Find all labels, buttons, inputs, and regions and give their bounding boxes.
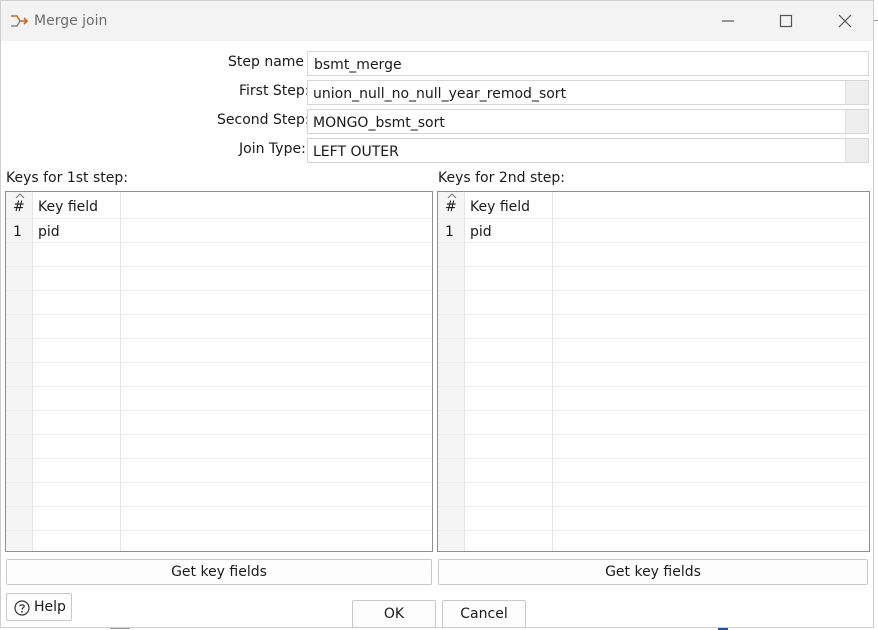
second-step-value: MONGO_bsmt_sort [313, 115, 445, 131]
table-row-number: 1 [445, 224, 454, 240]
dropdown-button[interactable] [845, 139, 868, 162]
keys-2nd-step-label: Keys for 2nd step: [438, 170, 565, 186]
background-divider [874, 20, 878, 21]
join-type-select[interactable]: LEFT OUTER [307, 138, 869, 163]
first-step-select[interactable]: union_null_no_null_year_remod_sort [307, 80, 869, 105]
close-icon[interactable] [835, 11, 855, 31]
ok-button[interactable]: OK [352, 600, 436, 628]
merge-join-dialog: Merge join Step name bsmt_merge First St… [0, 0, 874, 628]
row-number-column [6, 192, 33, 551]
first-step-value: union_null_no_null_year_remod_sort [313, 86, 567, 102]
step-name-input[interactable]: bsmt_merge [307, 51, 869, 76]
table-cell-key-field[interactable]: pid [38, 224, 60, 240]
background-divider [110, 628, 130, 629]
step-name-label: Step name [228, 54, 305, 70]
window-title: Merge join [34, 13, 108, 29]
keys-1st-step-label: Keys for 1st step: [6, 170, 128, 186]
column-header-number[interactable]: # [445, 199, 457, 215]
get-key-fields-1st-button[interactable]: Get key fields [6, 559, 432, 585]
table-cell-key-field[interactable]: pid [470, 224, 492, 240]
help-icon [14, 600, 30, 616]
keys-1st-step-table[interactable]: # Key field 1 pid [5, 191, 433, 552]
column-divider [552, 192, 553, 551]
merge-join-icon [11, 15, 29, 27]
column-header-key-field[interactable]: Key field [38, 199, 98, 215]
second-step-select[interactable]: MONGO_bsmt_sort [307, 109, 869, 134]
help-label: Help [34, 599, 66, 615]
join-type-label: Join Type: [239, 141, 306, 157]
minimize-icon[interactable] [718, 11, 738, 31]
dropdown-button[interactable] [845, 81, 868, 104]
maximize-icon[interactable] [776, 11, 796, 31]
column-header-key-field[interactable]: Key field [470, 199, 530, 215]
cancel-button[interactable]: Cancel [442, 600, 526, 628]
row-number-column [438, 192, 465, 551]
get-key-fields-2nd-button[interactable]: Get key fields [438, 559, 868, 585]
dropdown-button[interactable] [845, 110, 868, 133]
column-divider [120, 192, 121, 551]
first-step-label: First Step: [239, 83, 310, 99]
second-step-label: Second Step: [217, 112, 310, 128]
join-type-value: LEFT OUTER [313, 144, 399, 160]
table-row-number: 1 [13, 224, 22, 240]
title-bar[interactable]: Merge join [1, 1, 873, 41]
column-header-number[interactable]: # [13, 199, 25, 215]
keys-2nd-step-table[interactable]: # Key field 1 pid [437, 191, 870, 552]
help-button[interactable]: Help [6, 593, 72, 621]
